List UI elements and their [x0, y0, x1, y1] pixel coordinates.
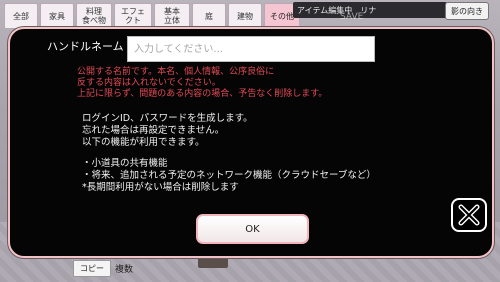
info-text: ログインID、パスワードを生成します。 忘れた場合は再設定できません。 以下の機… [82, 113, 253, 149]
info-line: ログインID、パスワードを生成します。 [82, 113, 253, 124]
category-tabs: 全部 家具 料理 食べ物 エフェ クト 基本 立体 庭 建物 その他 [0, 0, 300, 30]
tab-effect-label: エフェ クト [121, 7, 145, 25]
info-line: 忘れた場合は再設定できません。 [82, 125, 225, 136]
tab-all[interactable]: 全部 [4, 3, 38, 29]
tab-effect[interactable]: エフェ クト [114, 3, 152, 29]
tab-garden[interactable]: 庭 [192, 3, 226, 29]
handle-name-label: ハンドルネーム [47, 40, 124, 53]
warning-line: 反する内容は入れないでください。 [77, 78, 221, 88]
save-label: SAVE [340, 12, 364, 22]
info-line: 以下の機能が利用できます。 [82, 137, 205, 148]
duplicate-label[interactable]: 複数 [115, 260, 133, 277]
warning-line: 上記に限らず、問題のある内容の場合、予告なく削除します。 [77, 89, 328, 99]
feature-line: *長期間利用がない場合は削除します [82, 182, 239, 193]
tab-furniture[interactable]: 家具 [40, 3, 74, 29]
tab-food[interactable]: 料理 食べ物 [76, 3, 112, 29]
top-status-bar: アイテム編集中 リナ [293, 2, 447, 18]
tab-food-label: 料理 食べ物 [82, 7, 106, 25]
tab-basic-solid[interactable]: 基本 立体 [154, 3, 190, 29]
shadow-direction-button[interactable]: 影の向き [445, 2, 489, 20]
feature-list: ・小道具の共有機能 ・将来、追加される予定のネットワーク機能（クラウドセーブなど… [82, 158, 376, 194]
feature-line: ・小道具の共有機能 [82, 158, 168, 169]
bottom-toolbar: コピー 複数 [73, 260, 133, 277]
tab-building[interactable]: 建物 [228, 3, 262, 29]
copy-button[interactable]: コピー [73, 260, 111, 277]
warning-line: 公開する名前です。本名、個人情報、公序良俗に [77, 67, 275, 77]
tab-basic-solid-label: 基本 立体 [164, 7, 180, 25]
close-button[interactable] [451, 198, 487, 232]
warning-text: 公開する名前です。本名、個人情報、公序良俗に 反する内容は入れないでください。 … [77, 67, 327, 100]
handle-name-input[interactable] [127, 36, 375, 62]
ok-button[interactable]: OK [196, 214, 309, 244]
close-icon [458, 204, 480, 226]
feature-line: ・将来、追加される予定のネットワーク機能（クラウドセーブなど） [82, 170, 376, 181]
